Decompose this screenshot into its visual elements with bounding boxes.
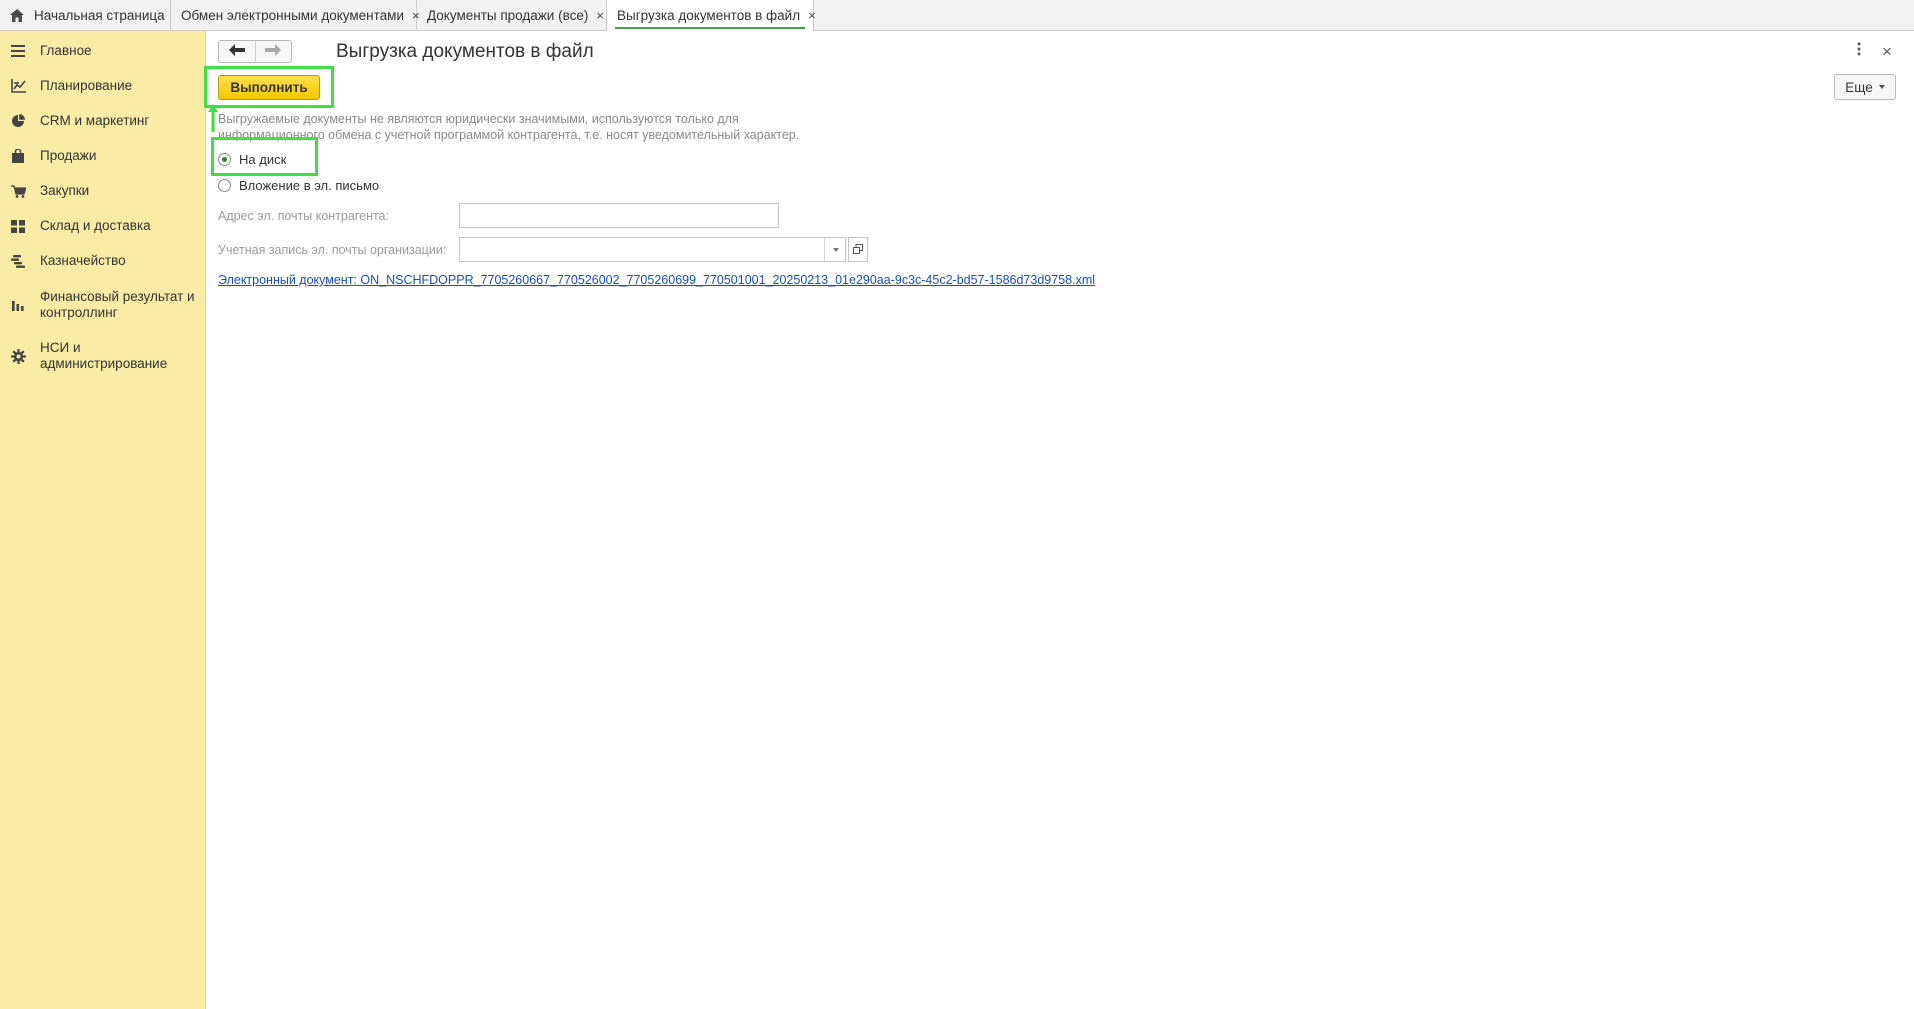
more-button[interactable]: Еще: [1834, 74, 1896, 100]
highlight-arrow: [208, 104, 218, 137]
open-form-icon: [853, 242, 863, 257]
sidebar-item-label: Главное: [40, 43, 92, 58]
active-tab-indicator: [615, 27, 805, 29]
email-field[interactable]: [459, 203, 779, 228]
electronic-document-link[interactable]: Электронный документ: ON_NSCHFDOPPR_7705…: [218, 273, 1095, 287]
sidebar-item-crm[interactable]: CRM и маркетинг: [0, 112, 205, 130]
tab-bar: Начальная страница Обмен электронными до…: [0, 0, 1914, 31]
tab-home[interactable]: Начальная страница: [0, 0, 171, 31]
sidebar-item-label: Планирование: [40, 78, 133, 93]
close-icon[interactable]: ×: [808, 8, 816, 23]
tab-export-documents[interactable]: Выгрузка документов в файл ×: [607, 0, 816, 31]
sidebar-item-label: Склад и доставка: [40, 218, 151, 233]
arrow-right-icon: [265, 44, 282, 59]
gear-icon: [10, 348, 26, 364]
sidebar-item-label: Закупки: [40, 183, 90, 198]
sidebar-item-warehouse[interactable]: Склад и доставка: [0, 217, 205, 235]
option-to-disk[interactable]: На диск: [218, 152, 286, 167]
dropdown-button[interactable]: [824, 238, 847, 261]
sidebar-item-label: НСИ и администрирование: [40, 340, 168, 371]
more-button-label: Еще: [1845, 79, 1873, 95]
account-field-label: Учетная запись эл. почты организации:: [218, 243, 447, 257]
option-label: На диск: [239, 152, 287, 167]
sidebar-item-purchases[interactable]: Закупки: [0, 182, 205, 200]
history-nav: [218, 40, 292, 63]
page-title: Выгрузка документов в файл: [336, 41, 594, 62]
forward-button[interactable]: [254, 41, 292, 62]
sidebar-item-financial-result[interactable]: Финансовый результат и контроллинг: [0, 288, 205, 322]
sidebar-item-treasury[interactable]: Казначейство: [0, 252, 205, 270]
back-button[interactable]: [219, 41, 255, 62]
sidebar-item-main[interactable]: Главное: [0, 42, 205, 60]
tab-export-documents-label: Выгрузка документов в файл: [617, 8, 801, 23]
close-icon[interactable]: ×: [596, 8, 604, 23]
warehouse-grid-icon: [10, 218, 26, 234]
tab-edo-exchange[interactable]: Обмен электронными документами ×: [171, 0, 420, 31]
radio-to-disk[interactable]: [218, 153, 231, 166]
bar-chart-icon: [10, 297, 26, 313]
tab-sales-documents-label: Документы продажи (все): [427, 8, 589, 23]
close-form-icon[interactable]: ×: [1882, 42, 1892, 62]
more-actions-icon[interactable]: [1854, 42, 1864, 60]
tab-home-label: Начальная страница: [34, 8, 165, 23]
run-button[interactable]: Выполнить: [218, 75, 320, 100]
shopping-bag-icon: [10, 148, 26, 164]
menu-icon: [10, 43, 26, 59]
option-email-attachment[interactable]: Вложение в эл. письмо: [218, 178, 379, 193]
home-icon: [10, 9, 24, 22]
arrow-left-icon: [228, 44, 245, 59]
account-field[interactable]: [459, 237, 846, 262]
tab-sales-documents[interactable]: Документы продажи (все) ×: [417, 0, 607, 31]
sidebar-item-label: Финансовый результат и контроллинг: [40, 289, 195, 320]
sidebar: Главное Планирование CRM и маркетинг Про…: [0, 31, 206, 1009]
sidebar-item-planning[interactable]: Планирование: [0, 77, 205, 95]
pie-chart-icon: [10, 113, 26, 129]
open-account-button[interactable]: [848, 237, 868, 262]
email-field-label: Адрес эл. почты контрагента:: [218, 209, 389, 223]
chevron-down-icon: [1878, 85, 1885, 89]
chevron-down-icon: [833, 247, 839, 252]
radio-email-attachment[interactable]: [218, 179, 231, 192]
coins-icon: [10, 253, 26, 269]
option-label: Вложение в эл. письмо: [239, 178, 380, 193]
sidebar-item-label: Казначейство: [40, 253, 126, 268]
sidebar-item-label: CRM и маркетинг: [40, 113, 150, 128]
tab-edo-exchange-label: Обмен электронными документами: [181, 8, 405, 23]
sidebar-item-sales[interactable]: Продажи: [0, 147, 205, 165]
planning-icon: [10, 78, 26, 94]
sidebar-item-administration[interactable]: НСИ и администрирование: [0, 339, 205, 373]
cart-icon: [10, 183, 26, 199]
sidebar-item-label: Продажи: [40, 148, 97, 163]
